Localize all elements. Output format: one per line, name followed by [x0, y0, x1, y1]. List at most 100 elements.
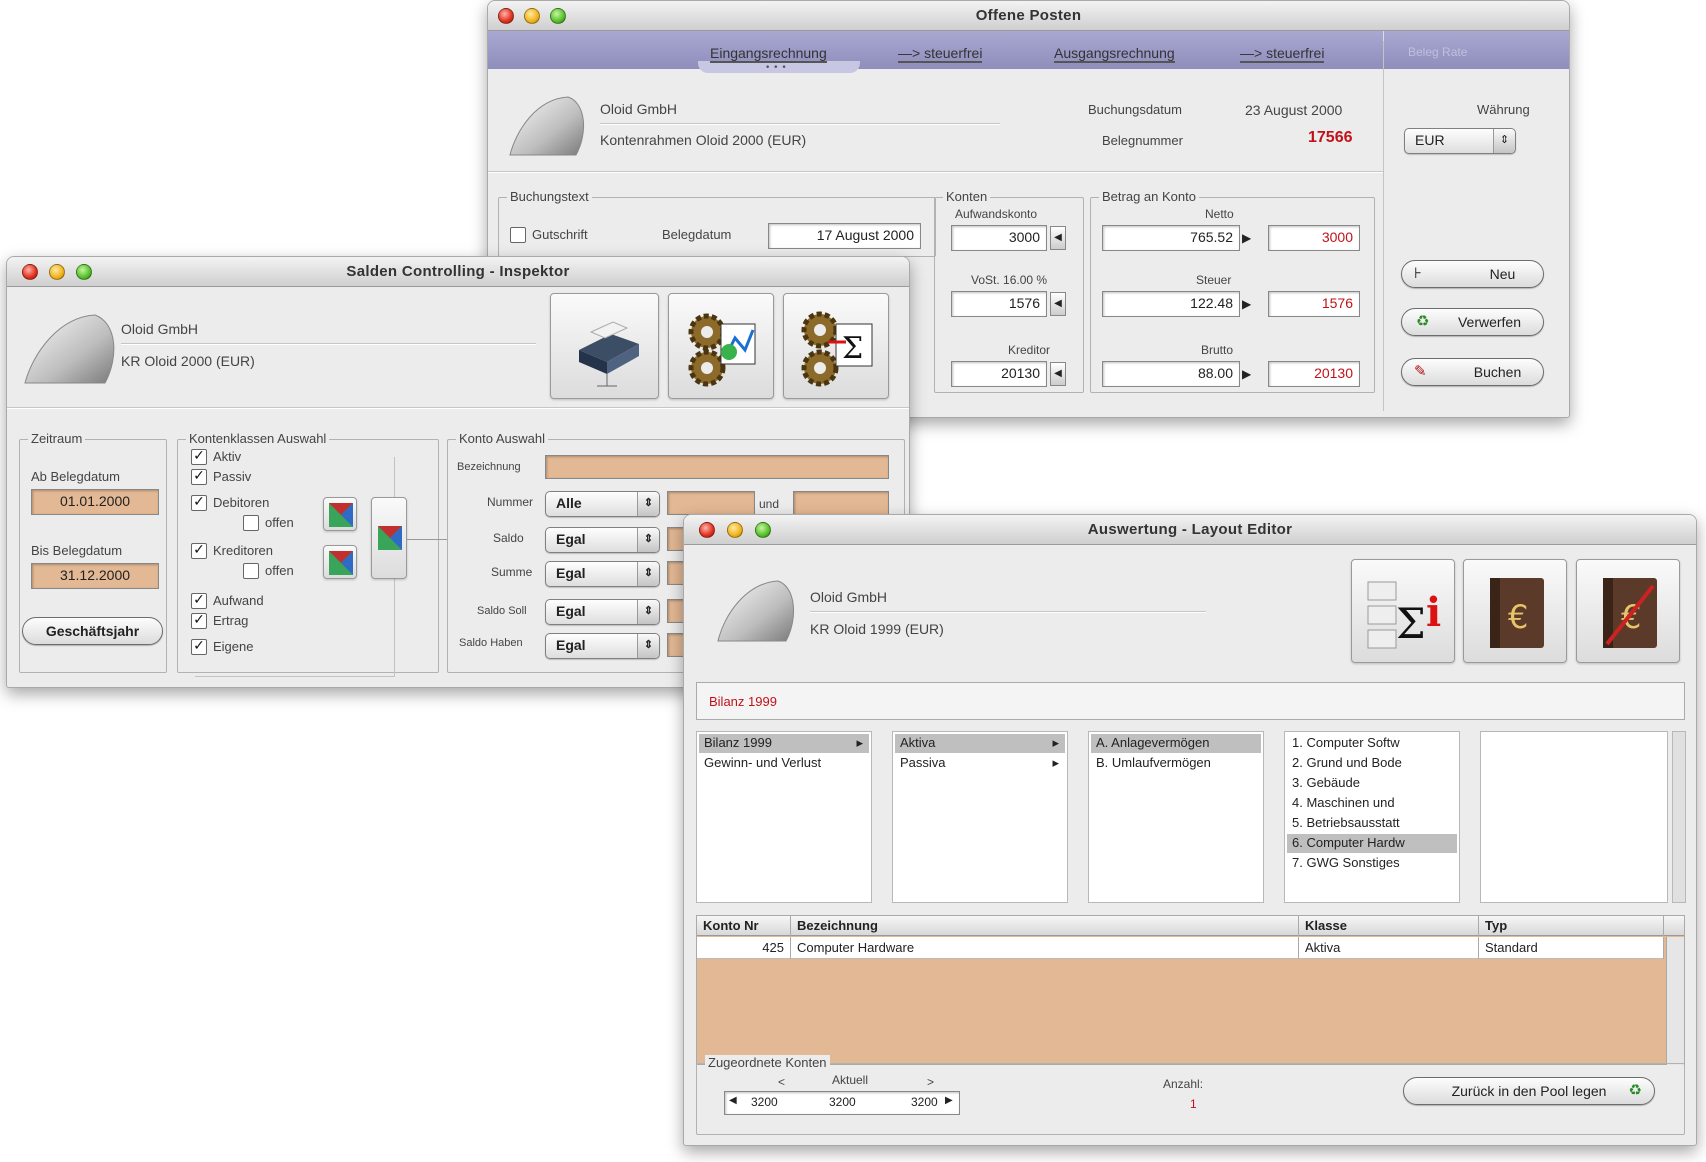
debitoren-select-button[interactable]: [323, 497, 357, 531]
list-item[interactable]: 6. Computer Hardw: [1287, 834, 1457, 853]
tab-eingangsrechnung[interactable]: Eingangsrechnung: [710, 45, 827, 63]
bis-belegdatum-field[interactable]: 31.12.2000: [31, 563, 159, 589]
kreditor-field[interactable]: 20130: [951, 361, 1047, 387]
buchen-button[interactable]: ✎ Buchen: [1401, 358, 1544, 386]
nav-value-current: 3200: [829, 1095, 856, 1109]
title-bar[interactable]: Auswertung - Layout Editor: [684, 515, 1696, 545]
aufwand-checkbox[interactable]: ✓: [191, 593, 207, 609]
aufwandskonto-arrow-icon[interactable]: ◀: [1050, 226, 1066, 250]
netto-konto-field[interactable]: 3000: [1268, 225, 1360, 251]
arrow-left-icon[interactable]: ◀: [729, 1095, 737, 1106]
ertrag-checkbox[interactable]: ✓: [191, 613, 207, 629]
netto-field[interactable]: 765.52: [1102, 225, 1240, 251]
tab-steuerfrei-1[interactable]: —> steuerfrei: [898, 45, 983, 63]
nav-value-prev: 3200: [751, 1095, 778, 1109]
currency-select[interactable]: EUR ⇕: [1404, 128, 1516, 154]
vorst-field[interactable]: 1576: [951, 291, 1047, 317]
nummer-from-field[interactable]: [667, 491, 755, 515]
column-header-klasse[interactable]: Klasse: [1299, 916, 1479, 936]
accounts-table: Konto Nr Bezeichnung Klasse Typ 425 Comp…: [696, 915, 1685, 1065]
neu-button[interactable]: ⊦ Neu: [1401, 260, 1544, 288]
browser-scrollbar[interactable]: [1672, 731, 1686, 903]
list-item[interactable]: 3. Gebäude: [1287, 774, 1457, 793]
brutto-field[interactable]: 88.00: [1102, 361, 1240, 387]
chevron-right-icon: ▸: [856, 735, 863, 750]
list-item[interactable]: Passiva ▸: [895, 754, 1065, 773]
nummer-select-value: Alle: [556, 495, 582, 511]
ab-belegdatum-field[interactable]: 01.01.2000: [31, 489, 159, 515]
euro-edit-button[interactable]: €: [1576, 559, 1680, 663]
table-row[interactable]: 425 Computer Hardware Aktiva Standard: [697, 937, 1664, 959]
gutschrift-checkbox[interactable]: [510, 227, 526, 243]
debitoren-label: Debitoren: [213, 495, 270, 510]
print-button[interactable]: [550, 293, 659, 399]
account-navigator[interactable]: ◀ 3200 3200 3200 ▶: [724, 1091, 960, 1115]
list-item-label: Gewinn- und Verlust: [704, 755, 822, 770]
zurueck-in-pool-button[interactable]: Zurück in den Pool legen ♻: [1403, 1077, 1655, 1105]
tab-steuerfrei-2[interactable]: —> steuerfrei: [1240, 45, 1325, 63]
bis-belegdatum-label: Bis Belegdatum: [31, 543, 123, 558]
vorst-arrow-icon[interactable]: ◀: [1050, 292, 1066, 316]
aufwandskonto-field[interactable]: 3000: [951, 225, 1047, 251]
account-frame: KR Oloid 2000 (EUR): [121, 353, 255, 369]
saldo-select[interactable]: Egal ⇕: [545, 527, 660, 553]
column-header-typ[interactable]: Typ: [1479, 916, 1664, 936]
updown-arrow-icon: ⇕: [637, 528, 659, 552]
euro-book-button[interactable]: €: [1463, 559, 1567, 663]
column-header-konto-nr[interactable]: Konto Nr: [697, 916, 791, 936]
geschaeftsjahr-button[interactable]: Geschäftsjahr: [22, 617, 163, 645]
aufwand-label: Aufwand: [213, 593, 264, 608]
sum-analysis-button[interactable]: Σ: [783, 293, 889, 399]
kreditoren-checkbox[interactable]: ✓: [191, 543, 207, 559]
belegdatum-field[interactable]: 17 August 2000: [768, 223, 921, 249]
company-name: Oloid GmbH: [810, 589, 888, 605]
report-title-field[interactable]: Bilanz 1999: [696, 682, 1685, 720]
plus-icon: ⊦: [1414, 265, 1422, 282]
tab-ausgangsrechnung[interactable]: Ausgangsrechnung: [1054, 45, 1175, 63]
bezeichnung-field[interactable]: [545, 455, 889, 479]
steuer-konto-field[interactable]: 1576: [1268, 291, 1360, 317]
vorst-label: VoSt. 16.00 %: [971, 273, 1048, 287]
bezeichnung-label: Bezeichnung: [457, 461, 521, 473]
offen-debitoren-checkbox[interactable]: [243, 515, 259, 531]
list-item[interactable]: 7. GWG Sonstiges: [1287, 854, 1457, 873]
title-bar[interactable]: Salden Controlling - Inspektor: [7, 257, 909, 287]
list-item[interactable]: 5. Betriebsausstatt: [1287, 814, 1457, 833]
report-sum-info-button[interactable]: Σ i: [1351, 559, 1455, 663]
verwerfen-button[interactable]: ♻ Verwerfen: [1401, 308, 1544, 336]
list-item[interactable]: 1. Computer Softw: [1287, 734, 1457, 753]
list-item[interactable]: Bilanz 1999 ▸: [699, 734, 869, 753]
arrow-right-icon[interactable]: ▶: [945, 1095, 953, 1106]
brutto-konto-field[interactable]: 20130: [1268, 361, 1360, 387]
chart-analysis-button[interactable]: [668, 293, 774, 399]
list-item[interactable]: 2. Grund und Bode: [1287, 754, 1457, 773]
color-cube-icon: [378, 526, 402, 550]
list-item[interactable]: A. Anlagevermögen: [1091, 734, 1261, 753]
list-item[interactable]: B. Umlaufvermögen: [1091, 754, 1261, 773]
kreditor-arrow-icon[interactable]: ◀: [1050, 362, 1066, 386]
column-header-bezeichnung[interactable]: Bezeichnung: [791, 916, 1299, 936]
oloid-logo-icon: [509, 96, 585, 156]
svg-text:Σ: Σ: [1396, 599, 1426, 648]
passiv-checkbox[interactable]: ✓: [191, 469, 207, 485]
kreditoren-select-button[interactable]: [323, 545, 357, 579]
all-select-button[interactable]: [371, 497, 407, 579]
saldo-soll-select[interactable]: Egal ⇕: [545, 599, 660, 625]
color-cube-icon: [329, 503, 353, 527]
steuer-field[interactable]: 122.48: [1102, 291, 1240, 317]
updown-arrow-icon: ⇕: [637, 600, 659, 624]
nummer-select[interactable]: Alle ⇕: [545, 491, 660, 517]
table-scrollbar[interactable]: [1666, 937, 1684, 1065]
eigene-checkbox[interactable]: ✓: [191, 639, 207, 655]
debitoren-checkbox[interactable]: ✓: [191, 495, 207, 511]
aktiv-checkbox[interactable]: ✓: [191, 449, 207, 465]
offen-kreditoren-checkbox[interactable]: [243, 563, 259, 579]
list-item[interactable]: Gewinn- und Verlust: [699, 754, 869, 773]
summe-select[interactable]: Egal ⇕: [545, 561, 660, 587]
title-bar[interactable]: Offene Posten: [488, 1, 1569, 31]
updown-arrow-icon: ⇕: [637, 492, 659, 516]
list-item[interactable]: 4. Maschinen und: [1287, 794, 1457, 813]
list-item[interactable]: Aktiva ▸: [895, 734, 1065, 753]
nummer-to-field[interactable]: [793, 491, 889, 515]
saldo-haben-select[interactable]: Egal ⇕: [545, 633, 660, 659]
